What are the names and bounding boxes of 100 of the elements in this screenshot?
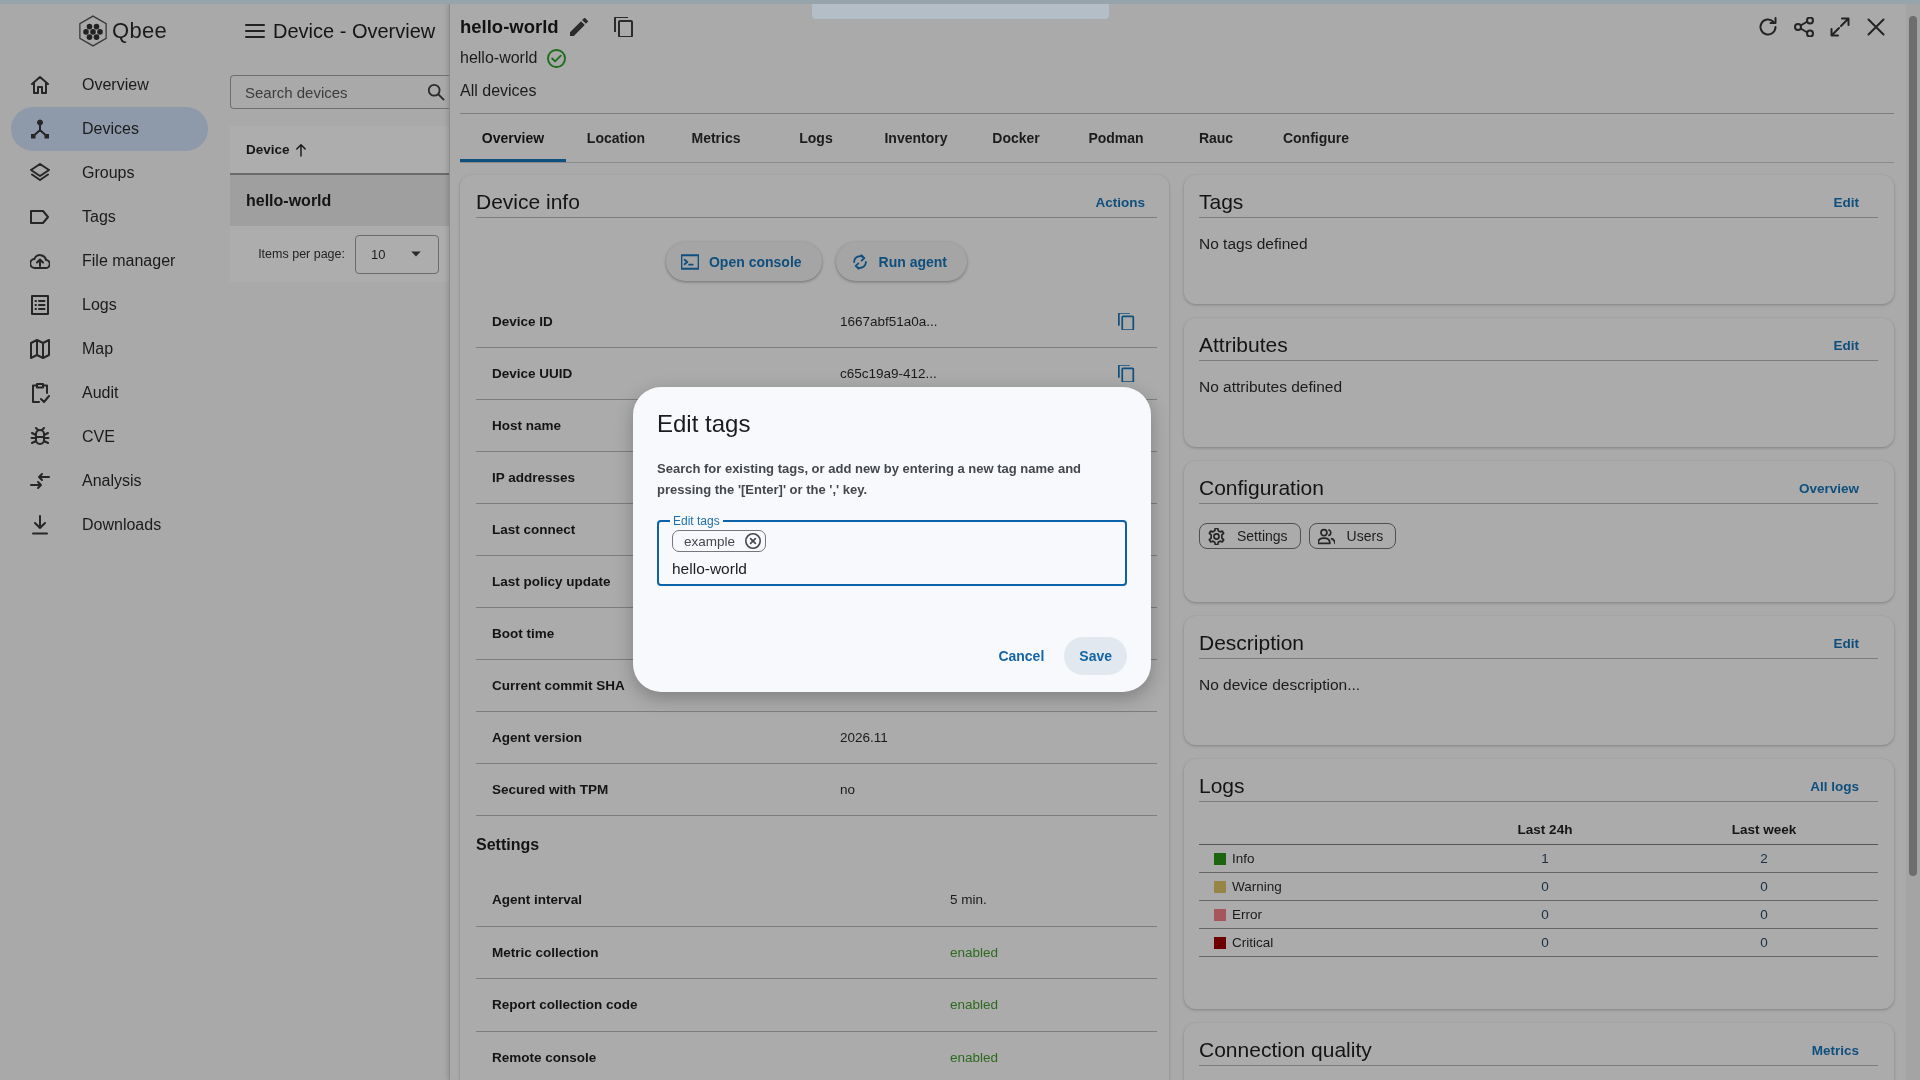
pencil-icon[interactable]	[568, 17, 589, 37]
card-action-link[interactable]: Edit	[1833, 194, 1859, 210]
field-value: 2026.11	[840, 730, 888, 745]
card-title: Configuration	[1199, 475, 1324, 501]
share-icon[interactable]	[1794, 17, 1814, 37]
field-value: c65c19a9-412...	[840, 366, 937, 381]
expand-icon[interactable]	[1830, 17, 1850, 37]
table-cell: 0	[1760, 935, 1768, 950]
tab[interactable]: Logs	[766, 114, 866, 162]
nav-item[interactable]: Logs	[11, 283, 208, 327]
card-action-link[interactable]: Edit	[1833, 635, 1859, 651]
dialog-text: Search for existing tags, or add new by entering a new tag name and pressing the '[Enter]' or the ',' key.	[657, 460, 1083, 499]
field-label: Device UUID	[492, 366, 573, 381]
close-icon[interactable]	[1866, 17, 1886, 37]
tab[interactable]: Metrics	[666, 114, 766, 162]
copy-icon[interactable]	[1118, 313, 1135, 330]
cloud-upload-icon	[30, 251, 50, 271]
tag-chip[interactable]: example	[672, 530, 767, 552]
table-cell: 0	[1760, 907, 1768, 922]
field-label: Secured with TPM	[492, 782, 609, 797]
tag-icon	[30, 207, 50, 227]
nav-item[interactable]: Groups	[11, 151, 208, 195]
refresh-icon[interactable]	[1758, 17, 1778, 37]
tab[interactable]: Overview	[460, 114, 566, 162]
nav-item[interactable]: Devices	[11, 107, 208, 151]
table-cell: 1	[1541, 851, 1549, 866]
hexagon-logo-icon	[79, 15, 107, 47]
card-title: Connection quality	[1199, 1037, 1372, 1063]
card-action-link[interactable]: Edit	[1833, 337, 1859, 353]
device-row[interactable]: hello-world	[230, 175, 449, 226]
config-chip[interactable]: Users	[1308, 523, 1397, 549]
field-label: Report collection code	[492, 997, 638, 1013]
field-label: Current commit SHA	[492, 678, 625, 693]
card-action-link[interactable]: Overview	[1798, 480, 1859, 496]
log-level-label: Critical	[1232, 935, 1274, 950]
field-value: no	[840, 782, 856, 797]
list-icon	[30, 295, 50, 315]
nav-item[interactable]: Analysis	[11, 459, 208, 503]
field-label: Edit tags	[670, 514, 723, 528]
tab[interactable]: Location	[566, 114, 666, 162]
page-title: Device - Overview	[273, 19, 436, 43]
items-per-page-select[interactable]: 10	[355, 234, 439, 274]
field-label: IP addresses	[492, 470, 576, 485]
logo-text: Qbee	[112, 18, 168, 44]
section-title: Settings	[476, 836, 540, 854]
table-cell: 2	[1760, 851, 1768, 866]
card-title: Device info	[476, 189, 580, 215]
nav-item[interactable]: Overview	[11, 63, 208, 107]
scrollbar-thumb[interactable]	[1909, 16, 1917, 876]
log-level-label: Warning	[1232, 879, 1282, 894]
empty-text: No attributes defined	[1199, 378, 1343, 395]
table-cell: 0	[1541, 879, 1549, 894]
layers-icon	[30, 163, 50, 183]
card-title: Description	[1199, 630, 1305, 656]
log-level-label: Error	[1232, 907, 1262, 922]
download-icon	[30, 515, 50, 535]
field-value: enabled	[950, 1049, 999, 1065]
menu-icon[interactable]	[245, 21, 265, 41]
field-label: Last connect	[492, 522, 576, 537]
tab[interactable]: Inventory	[866, 114, 966, 162]
pagination-label: Items per page:	[258, 247, 345, 261]
nav-item[interactable]: Tags	[11, 195, 208, 239]
remove-icon[interactable]	[745, 533, 762, 549]
search-icon[interactable]	[427, 83, 445, 101]
field-label: Agent version	[492, 730, 583, 745]
bug-icon	[30, 427, 50, 447]
config-chip[interactable]: Settings	[1199, 523, 1301, 549]
card-action-link[interactable]: Metrics	[1811, 1042, 1859, 1058]
field-label: Agent interval	[492, 892, 583, 908]
field-label: Device ID	[492, 314, 553, 329]
nav-item[interactable]: Downloads	[11, 503, 208, 547]
tab[interactable]: Podman	[1066, 114, 1166, 162]
card-title: Attributes	[1199, 332, 1288, 358]
cancel-button[interactable]: Cancel	[986, 637, 1057, 675]
tab[interactable]: Docker	[966, 114, 1066, 162]
table-cell: 0	[1541, 907, 1549, 922]
nav-item[interactable]: File manager	[11, 239, 208, 283]
field-label: Boot time	[492, 626, 555, 641]
copy-icon[interactable]	[613, 17, 634, 37]
card-action-link[interactable]: All logs	[1810, 778, 1859, 794]
home-icon	[30, 75, 50, 95]
nav-item[interactable]: CVE	[11, 415, 208, 459]
table-cell: 0	[1541, 935, 1549, 950]
dialog-title: Edit tags	[657, 410, 751, 437]
copy-icon[interactable]	[1118, 365, 1135, 382]
card-action-link[interactable]: Actions	[1095, 194, 1145, 210]
device-title: hello-world	[460, 16, 559, 38]
empty-text: No tags defined	[1199, 235, 1308, 252]
nav-item[interactable]: Audit	[11, 371, 208, 415]
tab[interactable]: Rauc	[1166, 114, 1266, 162]
field-label: Remote console	[492, 1049, 597, 1065]
sync-icon	[850, 252, 869, 271]
arrows-icon	[30, 471, 50, 491]
save-button[interactable]: Save	[1064, 637, 1127, 675]
map-icon	[30, 339, 50, 359]
scrollbar[interactable]	[1906, 4, 1920, 1080]
nav-item[interactable]: Map	[11, 327, 208, 371]
tab[interactable]: Configure	[1266, 114, 1366, 162]
search-field[interactable]: Search devices	[230, 75, 449, 109]
field-label: Last policy update	[492, 574, 611, 589]
